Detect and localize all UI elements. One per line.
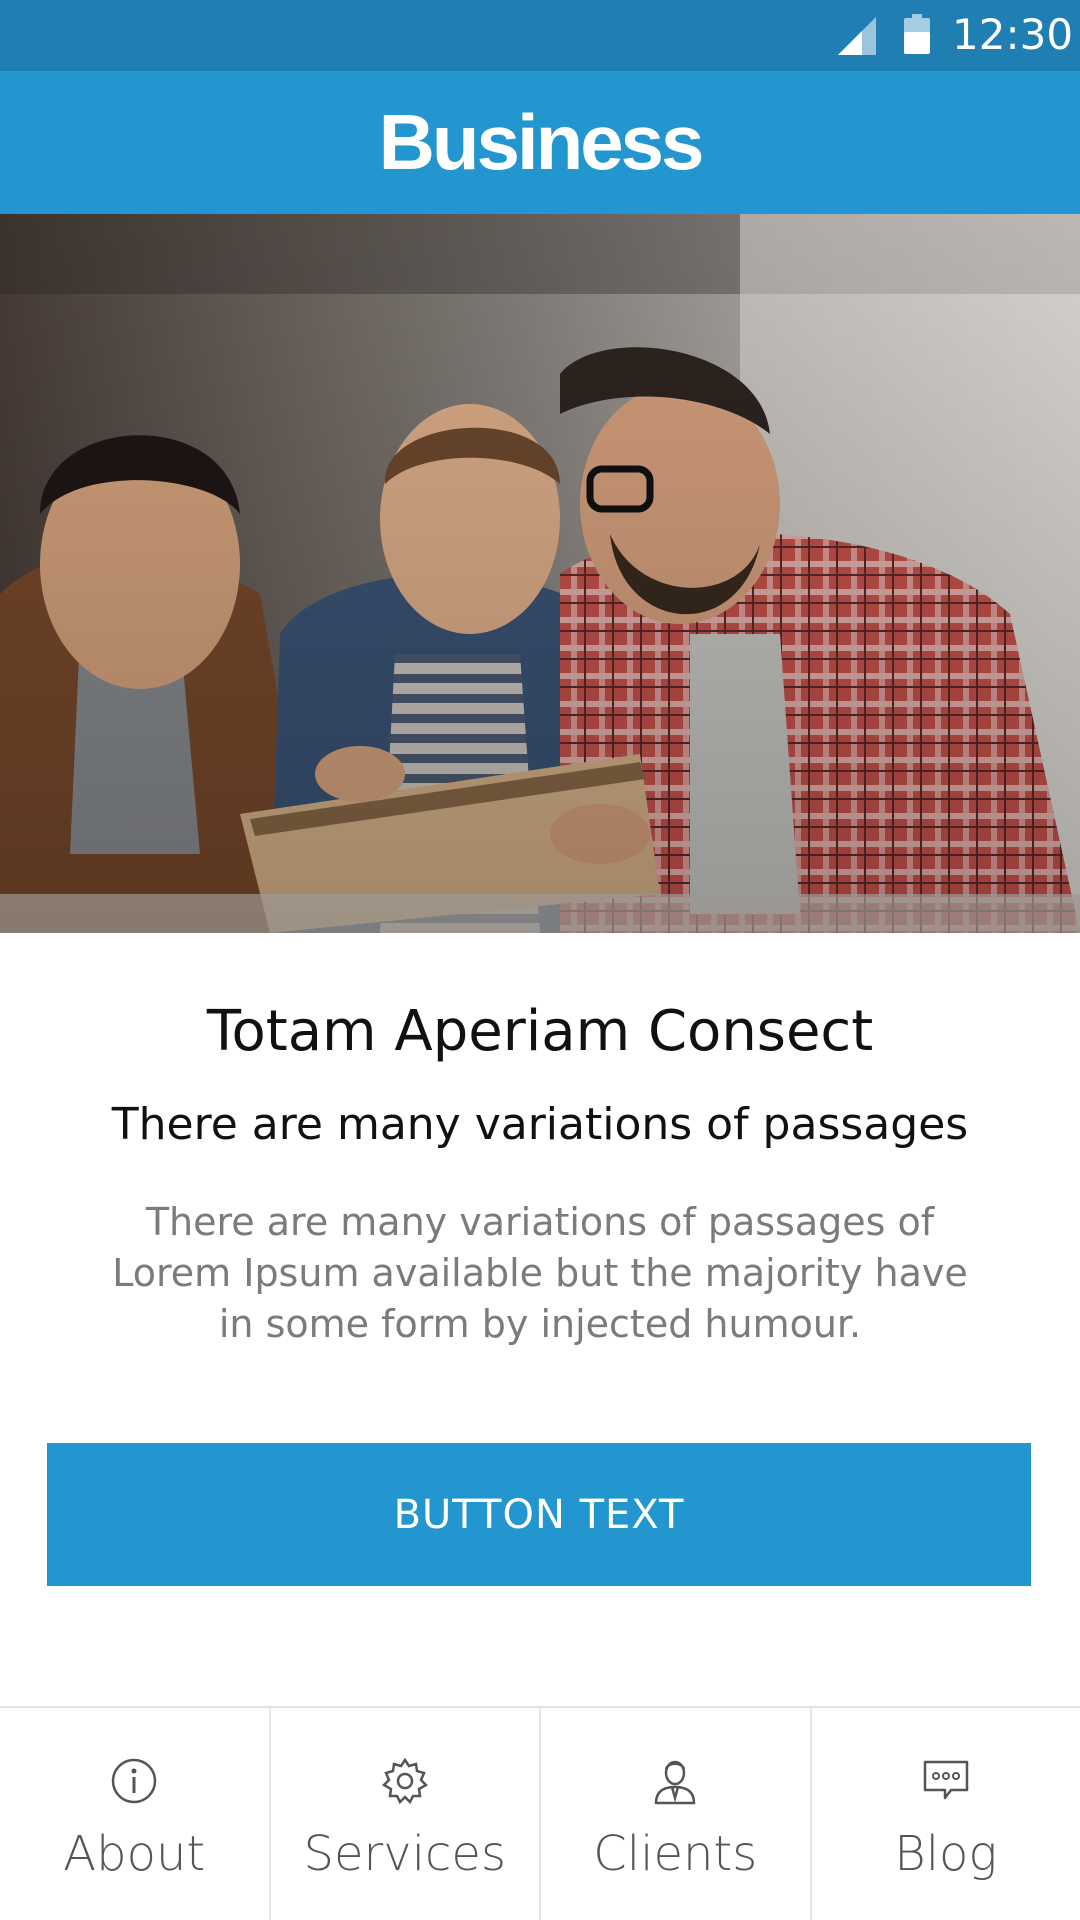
battery-icon [904,14,930,54]
app-header: Business [0,71,1080,214]
subheadline: There are many variations of passages [111,1099,969,1150]
tab-services[interactable]: Services [271,1708,541,1920]
bottom-tab-bar: About Services Clients Blog [0,1706,1080,1920]
tab-clients[interactable]: Clients [541,1708,812,1920]
page-title: Business [378,98,705,186]
tab-clients-label: Clients [593,1826,758,1882]
hero-image [0,214,1080,933]
tab-blog[interactable]: Blog [812,1708,1080,1920]
status-time: 12:30 [952,10,1074,59]
gear-icon [381,1757,428,1805]
tab-blog-label: Blog [894,1826,998,1882]
body-paragraph: There are many variations of passages of… [112,1200,968,1346]
signal-icon [838,17,876,55]
tab-about-label: About [63,1826,206,1882]
chat-bubble-icon [923,1760,968,1800]
user-icon [654,1760,696,1805]
info-icon [112,1758,157,1804]
status-bar: 12:30 [0,0,1080,71]
hero-photo [0,214,1080,933]
primary-button[interactable]: BUTTON TEXT [47,1443,1031,1586]
tab-services-label: Services [303,1826,506,1882]
headline: Totam Aperiam Consect [206,999,874,1064]
tab-about[interactable]: About [0,1708,271,1920]
